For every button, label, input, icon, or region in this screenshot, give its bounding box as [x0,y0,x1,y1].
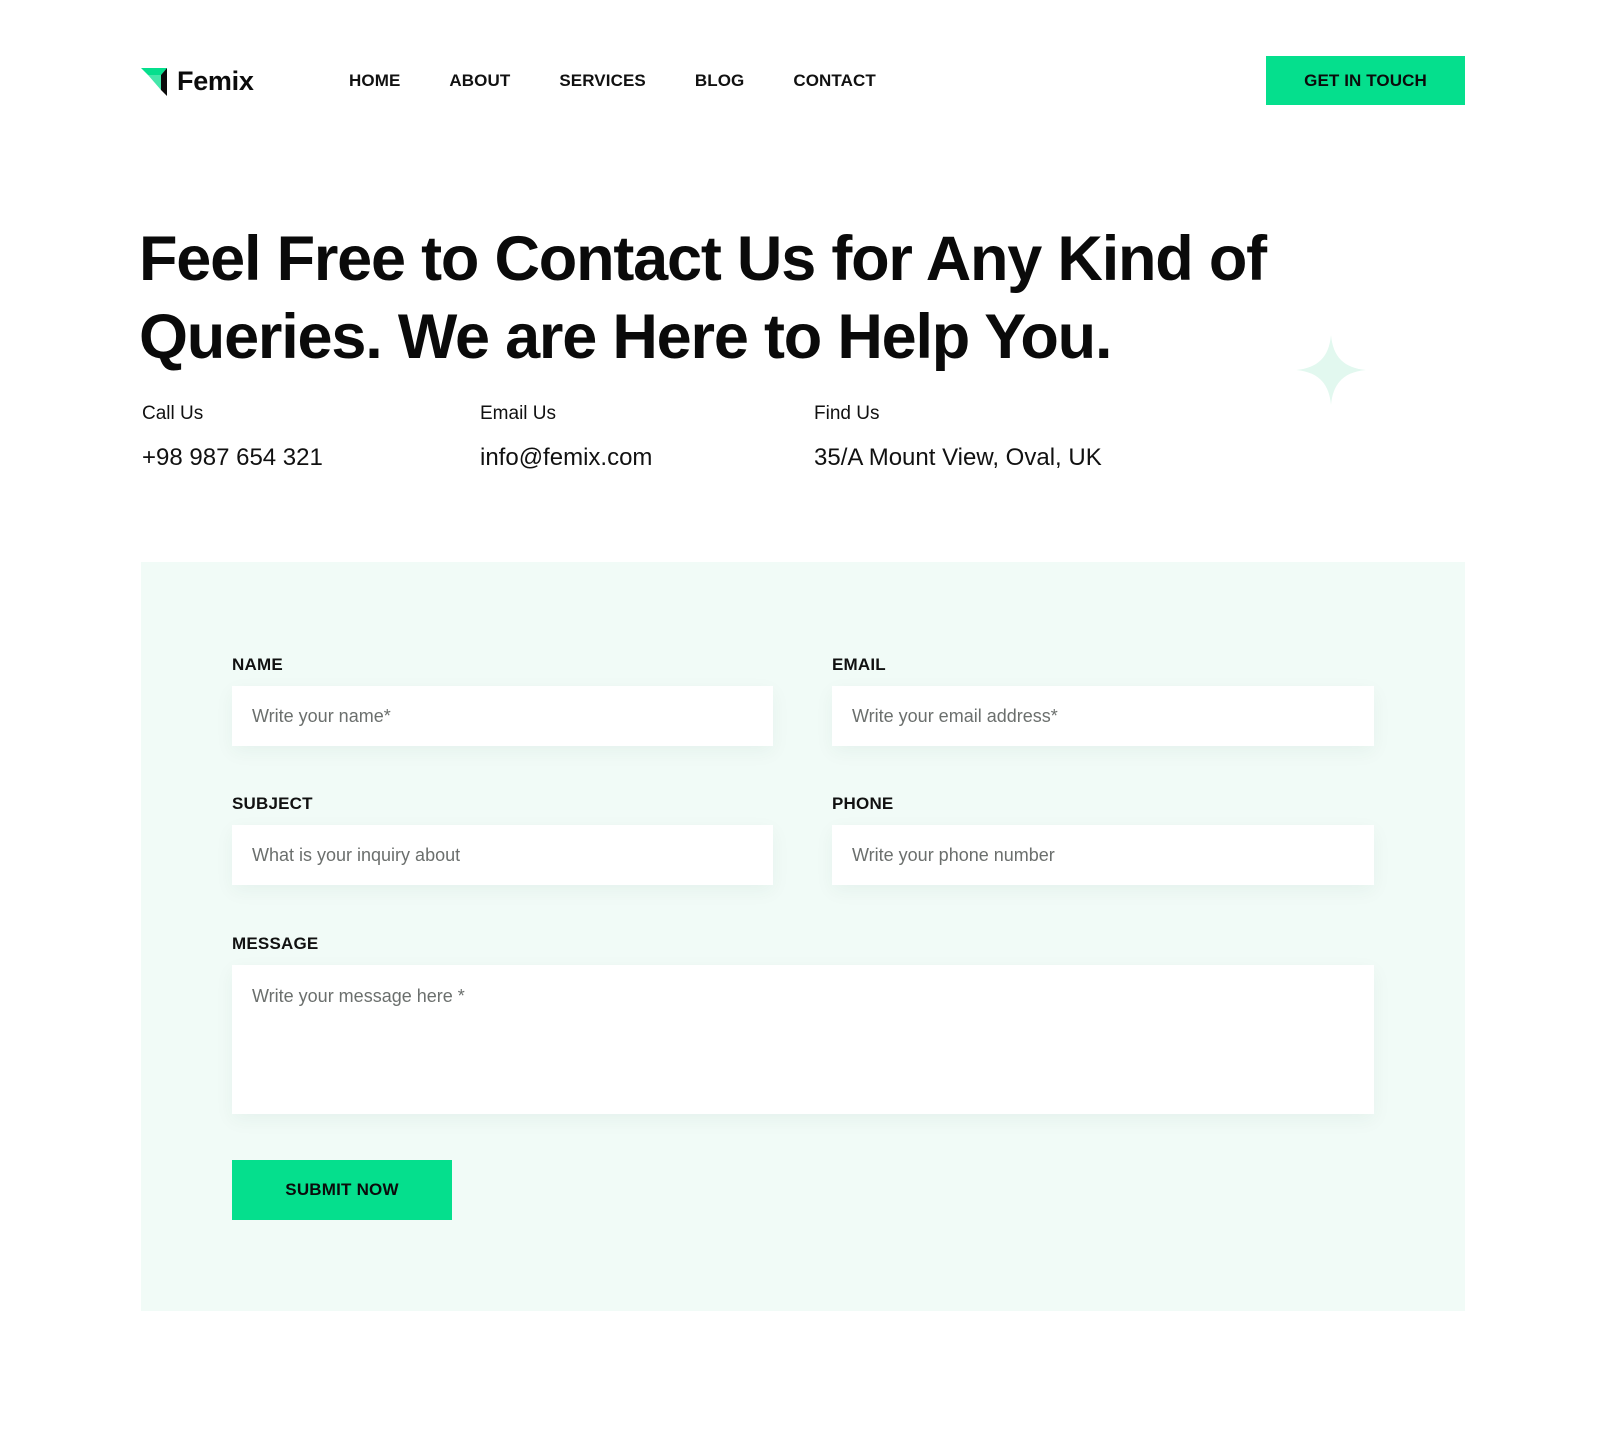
nav-services[interactable]: SERVICES [559,70,645,92]
message-label: MESSAGE [232,934,319,953]
phone-label: PHONE [832,794,894,813]
name-input[interactable] [232,686,773,746]
main-nav: HOME ABOUT SERVICES BLOG CONTACT [349,70,876,92]
sparkle-icon [1296,335,1366,405]
email-label: EMAIL [832,655,886,674]
subject-label: SUBJECT [232,794,313,813]
name-label: NAME [232,655,283,674]
email-us-label: Email Us [480,403,557,424]
nav-home[interactable]: HOME [349,70,400,92]
brand-name: Femix [177,66,254,96]
femix-logo-icon [141,67,167,96]
nav-contact[interactable]: CONTACT [793,70,876,92]
page-title: Feel Free to Contact Us for Any Kind of … [139,224,1267,372]
get-in-touch-button[interactable]: GET IN TOUCH [1266,56,1465,105]
email-us-block: Email Us info@femix.com [480,402,652,473]
address: 35/A Mount View, Oval, UK [814,444,1102,471]
find-us-label: Find Us [814,403,880,424]
contact-form: NAME EMAIL SUBJECT PHONE MESSAGE SUBMIT … [141,562,1465,1311]
brand-logo[interactable]: Femix [141,66,254,97]
nav-blog[interactable]: BLOG [695,70,745,92]
find-us-block: Find Us 35/A Mount View, Oval, UK [814,402,1102,473]
call-us-block: Call Us +98 987 654 321 [142,402,323,473]
site-header: Femix HOME ABOUT SERVICES BLOG CONTACT G… [0,0,1600,160]
phone-number: +98 987 654 321 [142,444,323,471]
email-address: info@femix.com [480,444,653,471]
email-input[interactable] [832,686,1374,746]
message-textarea[interactable] [232,965,1374,1114]
subject-input[interactable] [232,825,773,885]
nav-about[interactable]: ABOUT [449,70,510,92]
call-us-label: Call Us [142,403,204,424]
submit-button[interactable]: SUBMIT NOW [232,1160,452,1220]
phone-input[interactable] [832,825,1374,885]
